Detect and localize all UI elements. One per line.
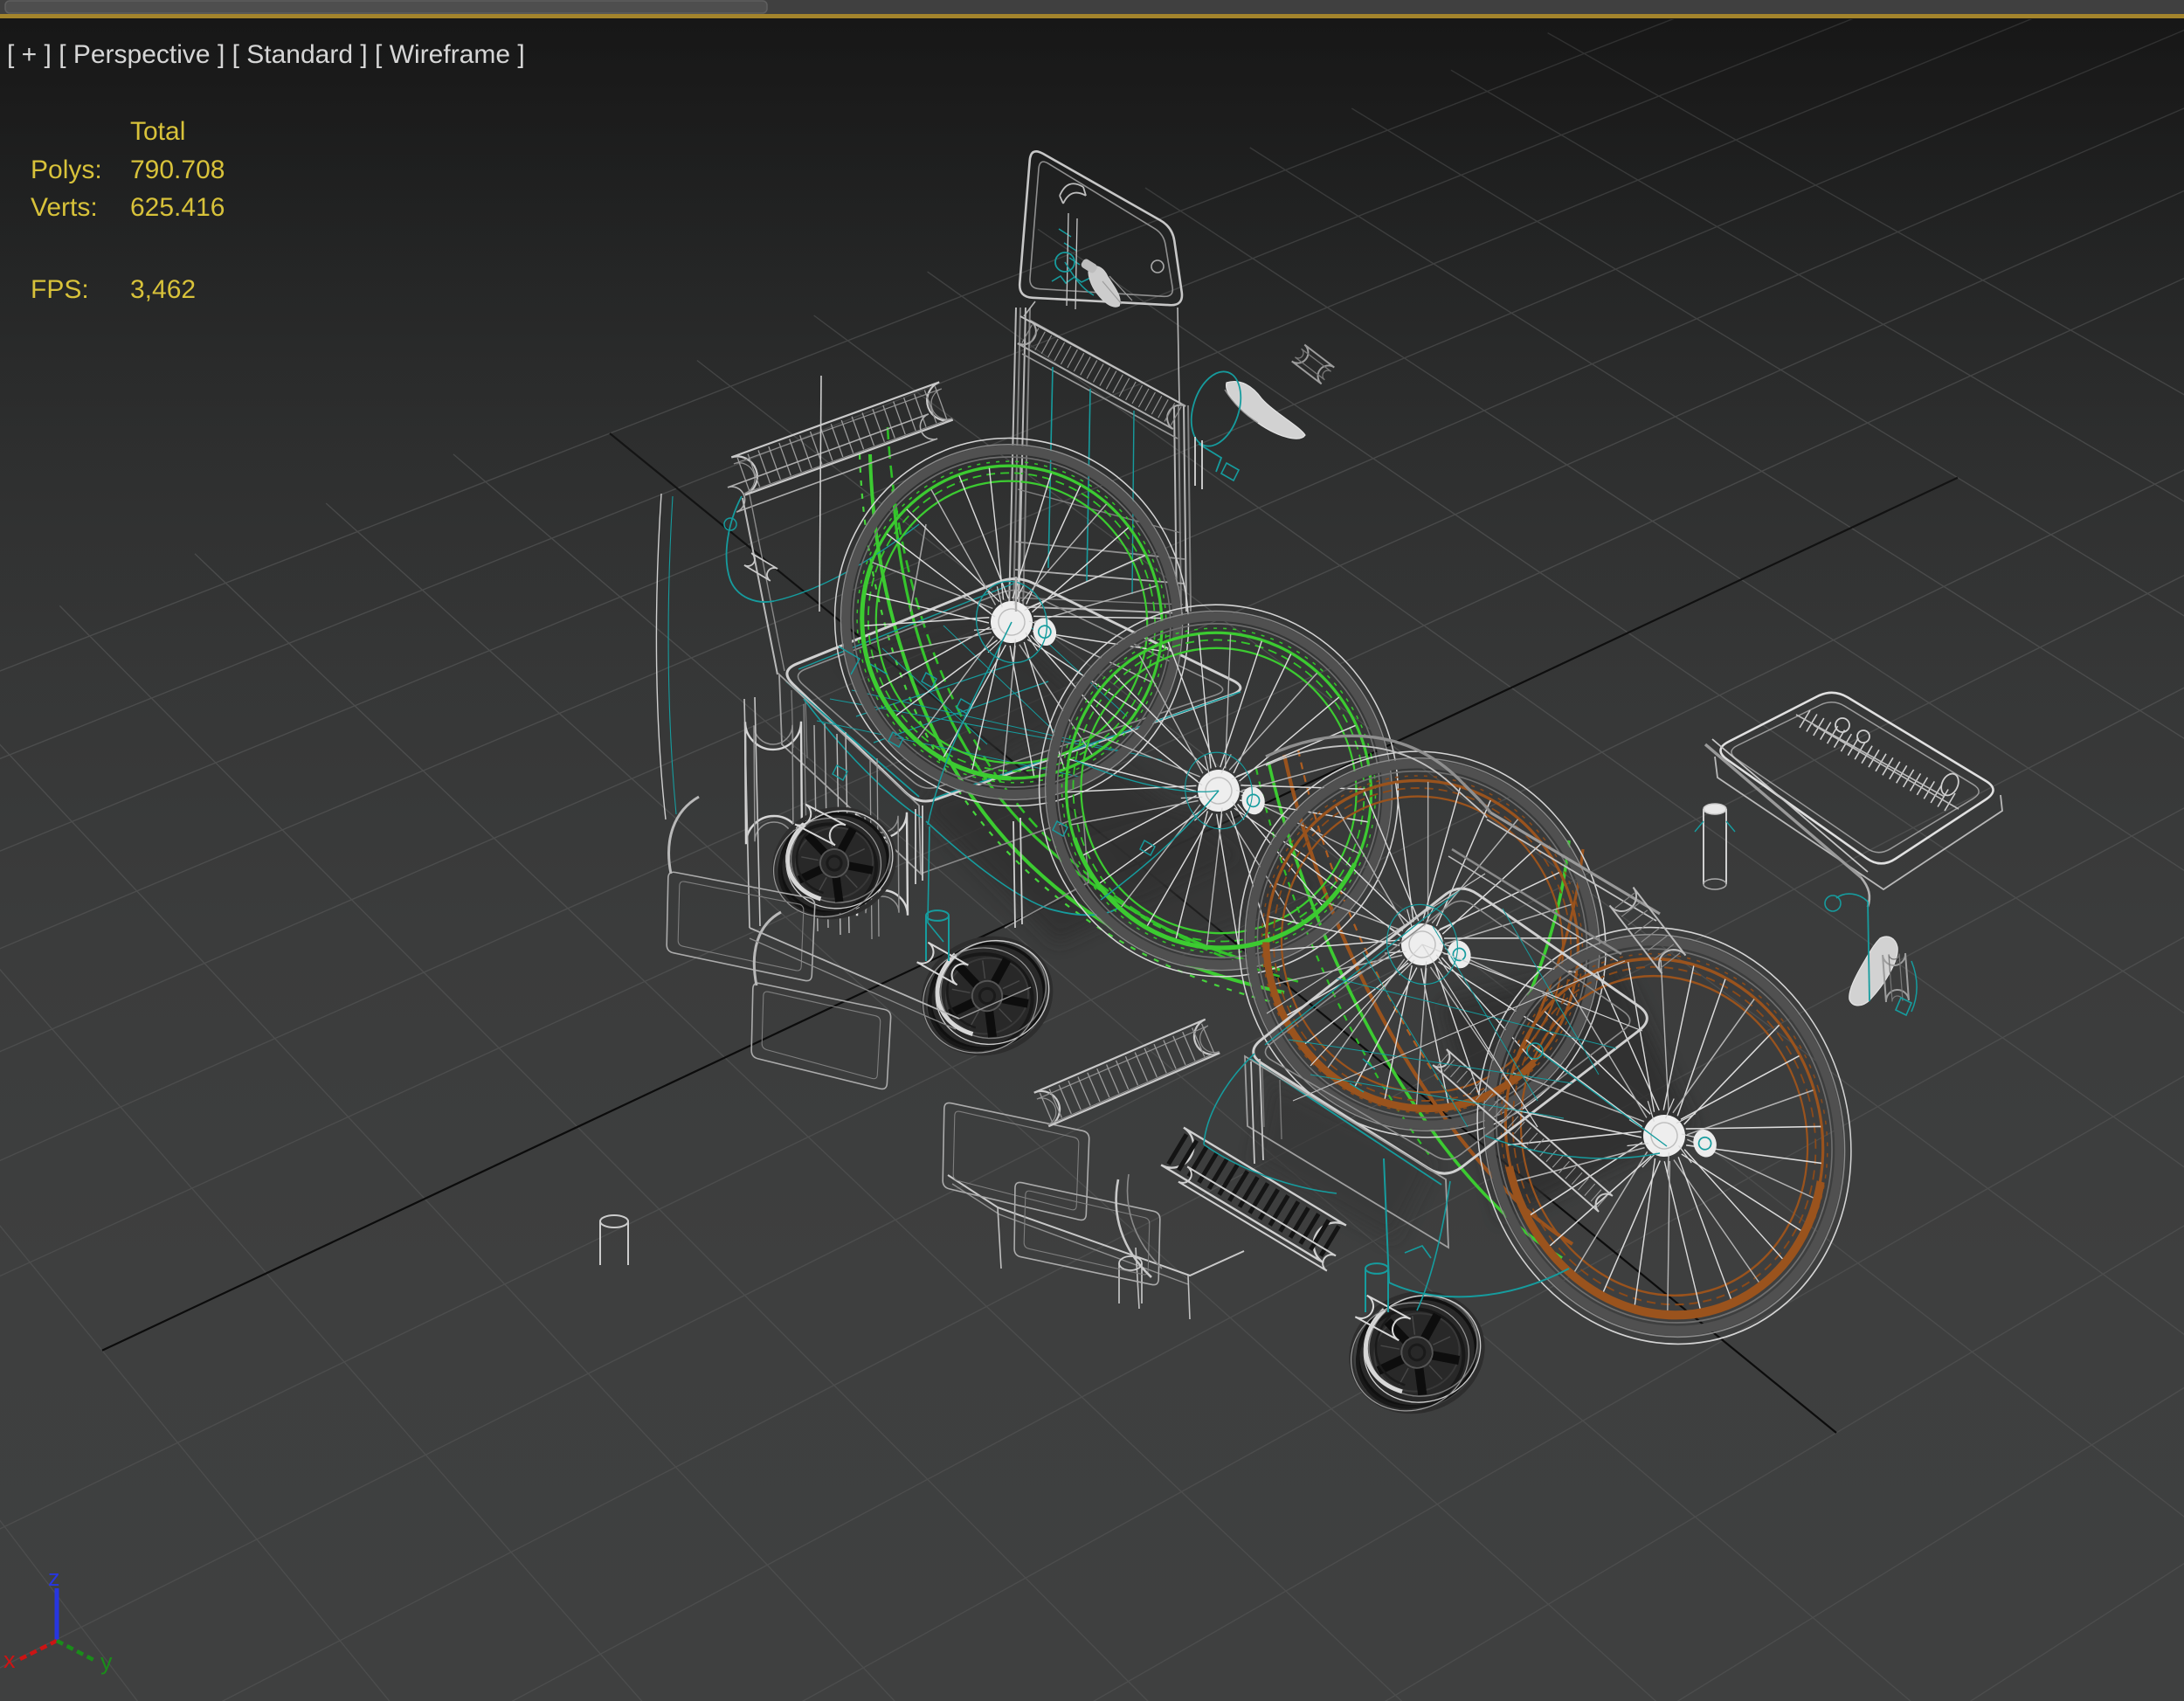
svg-text:3,462: 3,462 (130, 275, 196, 304)
svg-text:625.416: 625.416 (130, 193, 225, 222)
svg-text:FPS:: FPS: (31, 275, 89, 304)
svg-text:y: y (100, 1649, 113, 1675)
svg-text:x: x (3, 1647, 16, 1673)
svg-text:Polys:: Polys: (31, 156, 102, 184)
svg-text:790.708: 790.708 (130, 156, 225, 184)
svg-text:[ + ] [ Perspective ] [ Standa: [ + ] [ Perspective ] [ Standard ] [ Wir… (7, 40, 525, 69)
svg-text:z: z (48, 1565, 60, 1591)
svg-text:Total: Total (130, 117, 185, 146)
svg-text:Verts:: Verts: (31, 193, 98, 222)
